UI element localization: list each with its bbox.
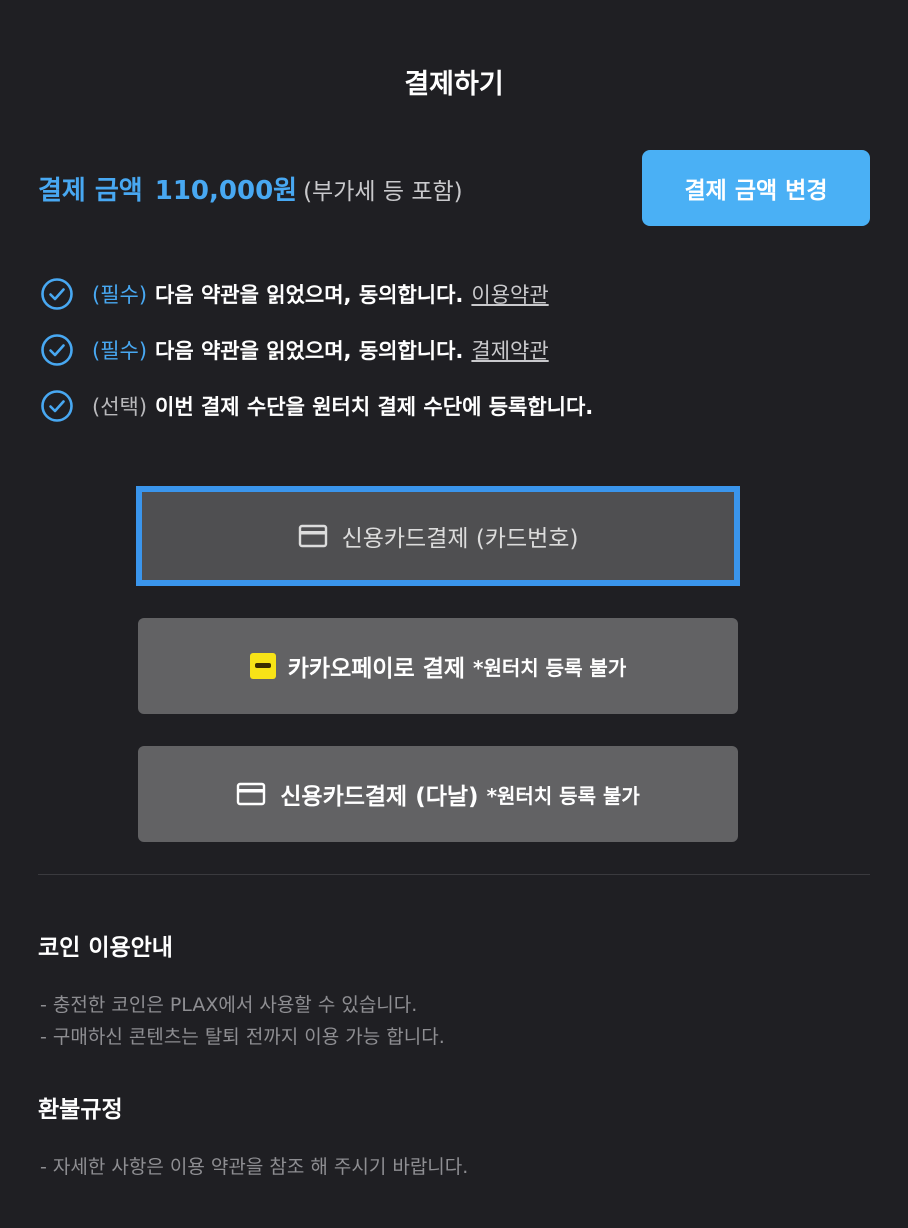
check-circle-icon[interactable]	[40, 277, 74, 311]
term-tag: (필수)	[92, 283, 148, 307]
pay-kakaopay-note: *원터치 등록 불가	[473, 655, 627, 680]
change-amount-button[interactable]: 결제 금액 변경	[642, 150, 870, 226]
pay-kakaopay-button[interactable]: 카카오페이로 결제 *원터치 등록 불가	[138, 618, 738, 714]
refund-line: - 자세한 사항은 이용 약관을 참조 해 주시기 바랍니다.	[40, 1156, 469, 1178]
term-tag: (필수)	[92, 339, 148, 363]
amount-label: 결제 금액	[38, 176, 143, 206]
term-item-onetouch[interactable]: (선택) 이번 결제 수단을 원터치 결제 수단에 등록합니다.	[40, 388, 593, 424]
amount-note: (부가세 등 포함)	[303, 179, 463, 205]
term-item-payment[interactable]: (필수) 다음 약관을 읽었으며, 동의합니다. 결제약관	[40, 332, 593, 368]
term-text: 다음 약관을 읽었으며, 동의합니다.	[155, 339, 464, 363]
pay-card-number-label: 신용카드결제 (카드번호)	[341, 526, 579, 552]
check-circle-icon[interactable]	[40, 333, 74, 367]
payment-terms-link[interactable]: 결제약관	[471, 335, 548, 365]
usage-terms-link[interactable]: 이용약관	[471, 279, 548, 309]
amount-value: 110,000원	[154, 176, 298, 206]
coin-info-title: 코인 이용안내	[38, 935, 173, 961]
coin-info-line: - 충전한 코인은 PLAX에서 사용할 수 있습니다.	[40, 994, 418, 1016]
term-tag: (선택)	[92, 395, 148, 419]
term-text: 이번 결제 수단을 원터치 결제 수단에 등록합니다.	[155, 395, 594, 419]
pay-danal-note: *원터치 등록 불가	[486, 783, 640, 808]
coin-info-line: - 구매하신 콘텐츠는 탈퇴 전까지 이용 가능 합니다.	[40, 1026, 445, 1048]
section-divider	[38, 874, 870, 875]
page-title: 결제하기	[404, 69, 504, 100]
refund-title: 환불규정	[38, 1097, 123, 1123]
payment-amount: 결제 금액 110,000원 (부가세 등 포함)	[38, 170, 463, 207]
term-text: 다음 약관을 읽었으며, 동의합니다.	[155, 283, 464, 307]
terms-list: (필수) 다음 약관을 읽었으며, 동의합니다. 이용약관 (필수) 다음 약관…	[40, 276, 593, 444]
kakaopay-icon	[249, 653, 276, 679]
check-circle-icon[interactable]	[40, 389, 74, 423]
credit-card-icon	[298, 524, 327, 548]
term-item-usage[interactable]: (필수) 다음 약관을 읽었으며, 동의합니다. 이용약관	[40, 276, 593, 312]
pay-card-number-button[interactable]: 신용카드결제 (카드번호)	[136, 486, 740, 586]
pay-danal-button[interactable]: 신용카드결제 (다날) *원터치 등록 불가	[138, 746, 738, 842]
pay-danal-label: 신용카드결제 (다날)	[280, 784, 479, 810]
pay-kakaopay-label: 카카오페이로 결제	[287, 656, 466, 682]
credit-card-icon	[237, 782, 266, 806]
